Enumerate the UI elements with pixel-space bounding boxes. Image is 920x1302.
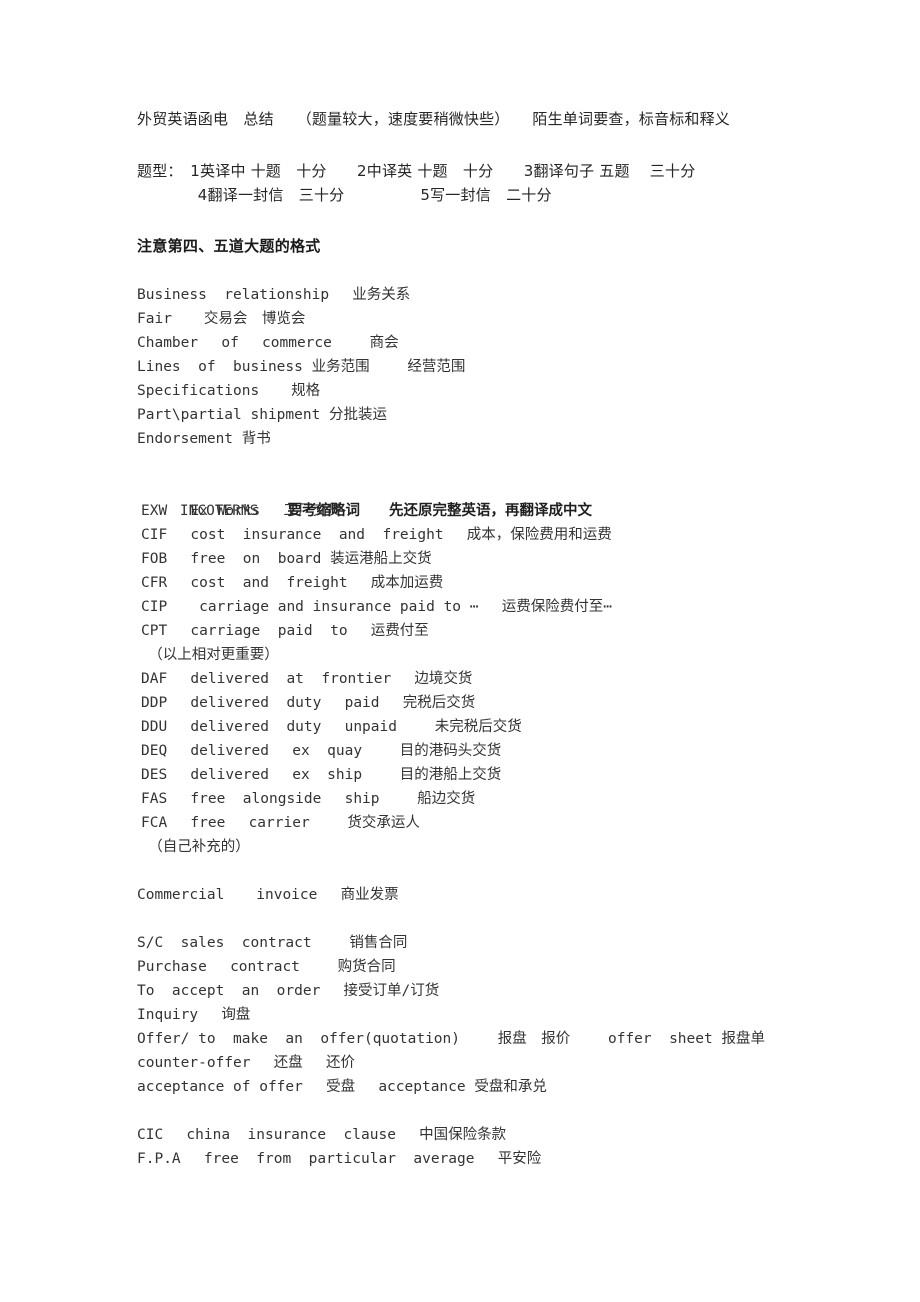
term-line: CPT carriage paid to 运费付至 bbox=[141, 623, 429, 639]
term-line: Fair 交易会 博览会 bbox=[137, 311, 306, 327]
term-line: Commercial invoice 商业发票 bbox=[137, 887, 399, 903]
term-line: CIC china insurance clause 中国保险条款 bbox=[137, 1127, 507, 1143]
term-line: Offer/ to make an offer(quotation) 报盘 报价… bbox=[137, 1031, 765, 1047]
term-line: FCA free carrier 货交承运人 bbox=[141, 815, 420, 831]
exam-format-line-2: 4翻译一封信 三十分 5写一封信 二十分 bbox=[137, 186, 552, 204]
term-line: Business relationship 业务关系 bbox=[137, 287, 411, 303]
term-line: DES delivered ex ship 目的港船上交货 bbox=[141, 767, 502, 783]
term-line: counter-offer 还盘 还价 bbox=[137, 1055, 355, 1071]
term-line-note: （自己补充的） bbox=[141, 839, 250, 855]
exam-format-line-1: 题型： 1英译中 十题 十分 2中译英 十题 十分 3翻译句子 五题 三十分 bbox=[137, 162, 696, 180]
term-line: CFR cost and freight 成本加运费 bbox=[141, 575, 444, 591]
term-line: DDP delivered duty paid 完税后交货 bbox=[141, 695, 476, 711]
term-line: S/C sales contract 销售合同 bbox=[137, 935, 408, 951]
term-line: Lines of business 业务范围 经营范围 bbox=[137, 359, 466, 375]
incoterms-note-2: 先还原完整英语，再翻译成中文 bbox=[389, 503, 592, 519]
document-page: 外贸英语函电 总结 （题量较大，速度要稍微快些） 陌生单词要查，标音标和释义 题… bbox=[0, 0, 920, 1302]
term-line: Specifications 规格 bbox=[137, 383, 321, 399]
term-line: CIF cost insurance and freight 成本，保险费用和运… bbox=[141, 527, 612, 543]
term-line: FOB free on board 装运港船上交货 bbox=[141, 551, 432, 567]
term-line: FAS free alongside ship 船边交货 bbox=[141, 791, 476, 807]
term-line: Inquiry 询盘 bbox=[137, 1007, 251, 1023]
term-line: To accept an order 接受订单/订货 bbox=[137, 983, 440, 999]
term-line: DDU delivered duty unpaid 未完税后交货 bbox=[141, 719, 522, 735]
term-line: Purchase contract 购货合同 bbox=[137, 959, 396, 975]
term-line: F.P.A free from particular average 平安险 bbox=[137, 1151, 542, 1167]
term-line: Chamber of commerce 商会 bbox=[137, 335, 399, 351]
document-title-line: 外贸英语函电 总结 （题量较大，速度要稍微快些） 陌生单词要查，标音标和释义 bbox=[137, 110, 731, 128]
term-line: DAF delivered at frontier 边境交货 bbox=[141, 671, 473, 687]
term-line: DEQ delivered ex quay 目的港码头交货 bbox=[141, 743, 502, 759]
term-line: acceptance of offer 受盘 acceptance 受盘和承兑 bbox=[137, 1079, 547, 1095]
term-line: Part\partial shipment 分批装运 bbox=[137, 407, 388, 423]
notice-heading: 注意第四、五道大题的格式 bbox=[137, 237, 321, 255]
incoterms-heading-line: INCOTERMS 要考缩略词 先还原完整英语，再翻译成中文 bbox=[145, 475, 592, 519]
term-line: CIP carriage and insurance paid to ⋯ 运费保… bbox=[141, 599, 612, 615]
term-line: Endorsement 背书 bbox=[137, 431, 271, 447]
term-line-note: （以上相对更重要） bbox=[141, 647, 279, 663]
term-line: EXW Ex Works 工厂交货 bbox=[141, 503, 342, 519]
